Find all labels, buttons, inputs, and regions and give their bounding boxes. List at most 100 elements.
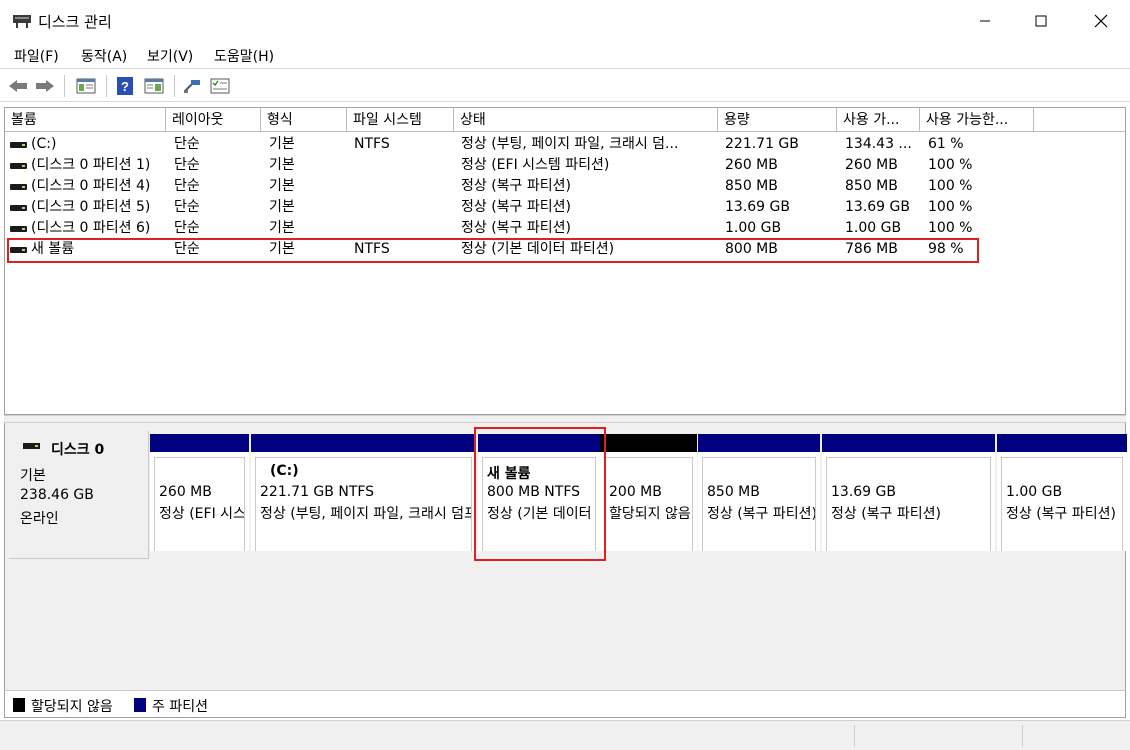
partition-info-box: 850 MB 정상 (복구 파티션) xyxy=(702,457,816,551)
volume-drive-icon xyxy=(10,184,27,190)
volume-status: 정상 (복구 파티션) xyxy=(461,178,571,194)
volume-capacity: 13.69 GB xyxy=(725,199,790,215)
partition-info-box: (C:) 221.71 GB NTFS 정상 (부팅, 페이지 파일, 크래시 덤프… xyxy=(255,457,472,551)
partition-info-box: 260 MB 정상 (EFI 시스템 파티션) xyxy=(154,457,245,551)
table-row[interactable]: (디스크 0 파티션 5) 단순 기본 정상 (복구 파티션) 13.69 GB 13.6… xyxy=(5,197,1125,218)
disk-graphical-view: 디스크 0 기본 238.46 GB 온라인 260 MB 정상 (EFI 시스템… xyxy=(4,423,1127,718)
volume-capacity: 260 MB xyxy=(725,157,778,173)
legend-swatch-unallocated xyxy=(13,698,25,712)
maximize-icon xyxy=(1035,15,1047,27)
volume-name: (디스크 0 파티션 6) xyxy=(31,220,151,236)
disk-state: 온라인 xyxy=(20,511,59,527)
back-button[interactable] xyxy=(7,75,29,97)
column-header-free-space[interactable]: 사용 가... xyxy=(837,108,920,132)
column-header-layout[interactable]: 레이아웃 xyxy=(166,108,261,132)
toolbar-separator xyxy=(174,75,175,97)
connect-icon xyxy=(184,80,200,93)
column-header-volume[interactable]: 볼륨 xyxy=(5,108,166,132)
volume-status: 정상 (복구 파티션) xyxy=(461,220,571,236)
table-row[interactable]: (디스크 0 파티션 1) 단순 기본 정상 (EFI 시스템 파티션) 260 MB 2… xyxy=(5,155,1125,176)
maximize-button[interactable] xyxy=(1018,6,1064,36)
volume-free-space: 134.43 ... xyxy=(845,136,912,152)
table-row[interactable]: (디스크 0 파티션 4) 단순 기본 정상 (복구 파티션) 850 MB 850 MB… xyxy=(5,176,1125,197)
volume-status: 정상 (EFI 시스템 파티션) xyxy=(461,157,610,173)
column-header-percent-free[interactable]: 사용 가능한... xyxy=(920,108,1034,132)
partition-status: 정상 (복구 파티션) xyxy=(1006,506,1116,522)
partition-block[interactable]: 200 MB 할당되지 않음 xyxy=(600,434,697,551)
volume-free-space: 1.00 GB xyxy=(845,220,902,236)
disk-label[interactable]: 디스크 0 기본 238.46 GB 온라인 xyxy=(9,431,149,559)
partition-size: 221.71 GB NTFS xyxy=(260,484,375,500)
partition-type-bar xyxy=(600,434,697,452)
close-button[interactable] xyxy=(1078,6,1124,36)
forward-button[interactable] xyxy=(34,75,56,97)
column-header-type[interactable]: 형식 xyxy=(261,108,347,132)
properties-button[interactable] xyxy=(142,75,166,97)
volume-free-space: 13.69 GB xyxy=(845,199,910,215)
column-header-file-system[interactable]: 파일 시스템 xyxy=(347,108,454,132)
partition-status: 정상 (부팅, 페이지 파일, 크래시 덤프, 기본 데이터 파티션) xyxy=(260,506,471,522)
volume-free-space: 850 MB xyxy=(845,178,898,194)
show-hide-console-tree-button[interactable] xyxy=(74,75,98,97)
volume-drive-icon xyxy=(10,163,27,169)
close-icon xyxy=(1094,14,1108,28)
status-bar xyxy=(0,720,1130,750)
column-header-filler xyxy=(1034,108,1125,132)
minimize-button[interactable] xyxy=(962,6,1008,36)
volume-status: 정상 (부팅, 페이지 파일, 크래시 덤... xyxy=(461,136,679,152)
volume-name: (디스크 0 파티션 1) xyxy=(31,157,151,173)
partition-info-box: 200 MB 할당되지 않음 xyxy=(604,457,693,551)
window-title: 디스크 관리 xyxy=(38,13,112,31)
volume-layout: 단순 xyxy=(174,220,200,236)
legend: 할당되지 않음 주 파티션 xyxy=(4,690,1126,718)
pane-splitter[interactable] xyxy=(4,415,1126,423)
volume-free-space: 260 MB xyxy=(845,157,898,173)
connect-button[interactable] xyxy=(180,75,204,97)
volume-drive-icon xyxy=(10,205,27,211)
disk-name: 디스크 0 xyxy=(51,442,105,458)
disk-drive-icon xyxy=(23,443,40,449)
column-header-capacity[interactable]: 용량 xyxy=(718,108,837,132)
highlight-box xyxy=(474,427,606,561)
table-row[interactable]: (C:) 단순 기본 NTFS 정상 (부팅, 페이지 파일, 크래시 덤... 221.… xyxy=(5,134,1125,155)
checklist-button[interactable] xyxy=(208,75,232,97)
partition-block[interactable]: 1.00 GB 정상 (복구 파티션) xyxy=(997,434,1127,551)
table-row[interactable]: (디스크 0 파티션 6) 단순 기본 정상 (복구 파티션) 1.00 GB 1.00 … xyxy=(5,218,1125,239)
partition-name: (C:) xyxy=(270,463,299,479)
volume-capacity: 850 MB xyxy=(725,178,778,194)
checklist-icon xyxy=(210,78,230,94)
volume-drive-icon xyxy=(10,226,27,232)
column-header-status[interactable]: 상태 xyxy=(454,108,718,132)
partition-block[interactable]: 850 MB 정상 (복구 파티션) xyxy=(698,434,820,551)
disk-type: 기본 xyxy=(20,468,46,484)
title-bar: 디스크 관리 xyxy=(0,0,1130,42)
volume-file-system xyxy=(354,176,454,197)
menu-help[interactable]: 도움말(H) xyxy=(214,46,274,66)
volume-name: (디스크 0 파티션 5) xyxy=(31,199,151,215)
back-arrow-icon xyxy=(9,80,27,92)
partition-block[interactable]: 260 MB 정상 (EFI 시스템 파티션) xyxy=(150,434,249,551)
partition-type-bar xyxy=(997,434,1127,452)
volume-type: 기본 xyxy=(269,220,295,236)
menu-view[interactable]: 보기(V) xyxy=(147,46,193,66)
volume-name: (C:) xyxy=(31,136,57,152)
partition-block[interactable]: (C:) 221.71 GB NTFS 정상 (부팅, 페이지 파일, 크래시 덤프… xyxy=(251,434,476,551)
partition-info-box: 13.69 GB 정상 (복구 파티션) xyxy=(826,457,991,551)
svg-text:?: ? xyxy=(121,79,129,94)
partition-size: 850 MB xyxy=(707,484,760,500)
help-button[interactable]: ? xyxy=(114,75,136,97)
volume-type: 기본 xyxy=(269,136,295,152)
partition-block[interactable]: 13.69 GB 정상 (복구 파티션) xyxy=(822,434,995,551)
menu-action[interactable]: 동작(A) xyxy=(81,46,127,66)
volume-percent-free: 100 % xyxy=(928,220,973,236)
volume-percent-free: 100 % xyxy=(928,178,973,194)
volume-type: 기본 xyxy=(269,199,295,215)
volume-percent-free: 100 % xyxy=(928,157,973,173)
status-segment xyxy=(1022,725,1130,747)
volume-percent-free: 100 % xyxy=(928,199,973,215)
volume-layout: 단순 xyxy=(174,136,200,152)
volume-file-system xyxy=(354,197,454,218)
menu-file[interactable]: 파일(F) xyxy=(14,46,59,66)
partition-info-box: 1.00 GB 정상 (복구 파티션) xyxy=(1001,457,1123,551)
legend-label: 주 파티션 xyxy=(152,699,208,715)
